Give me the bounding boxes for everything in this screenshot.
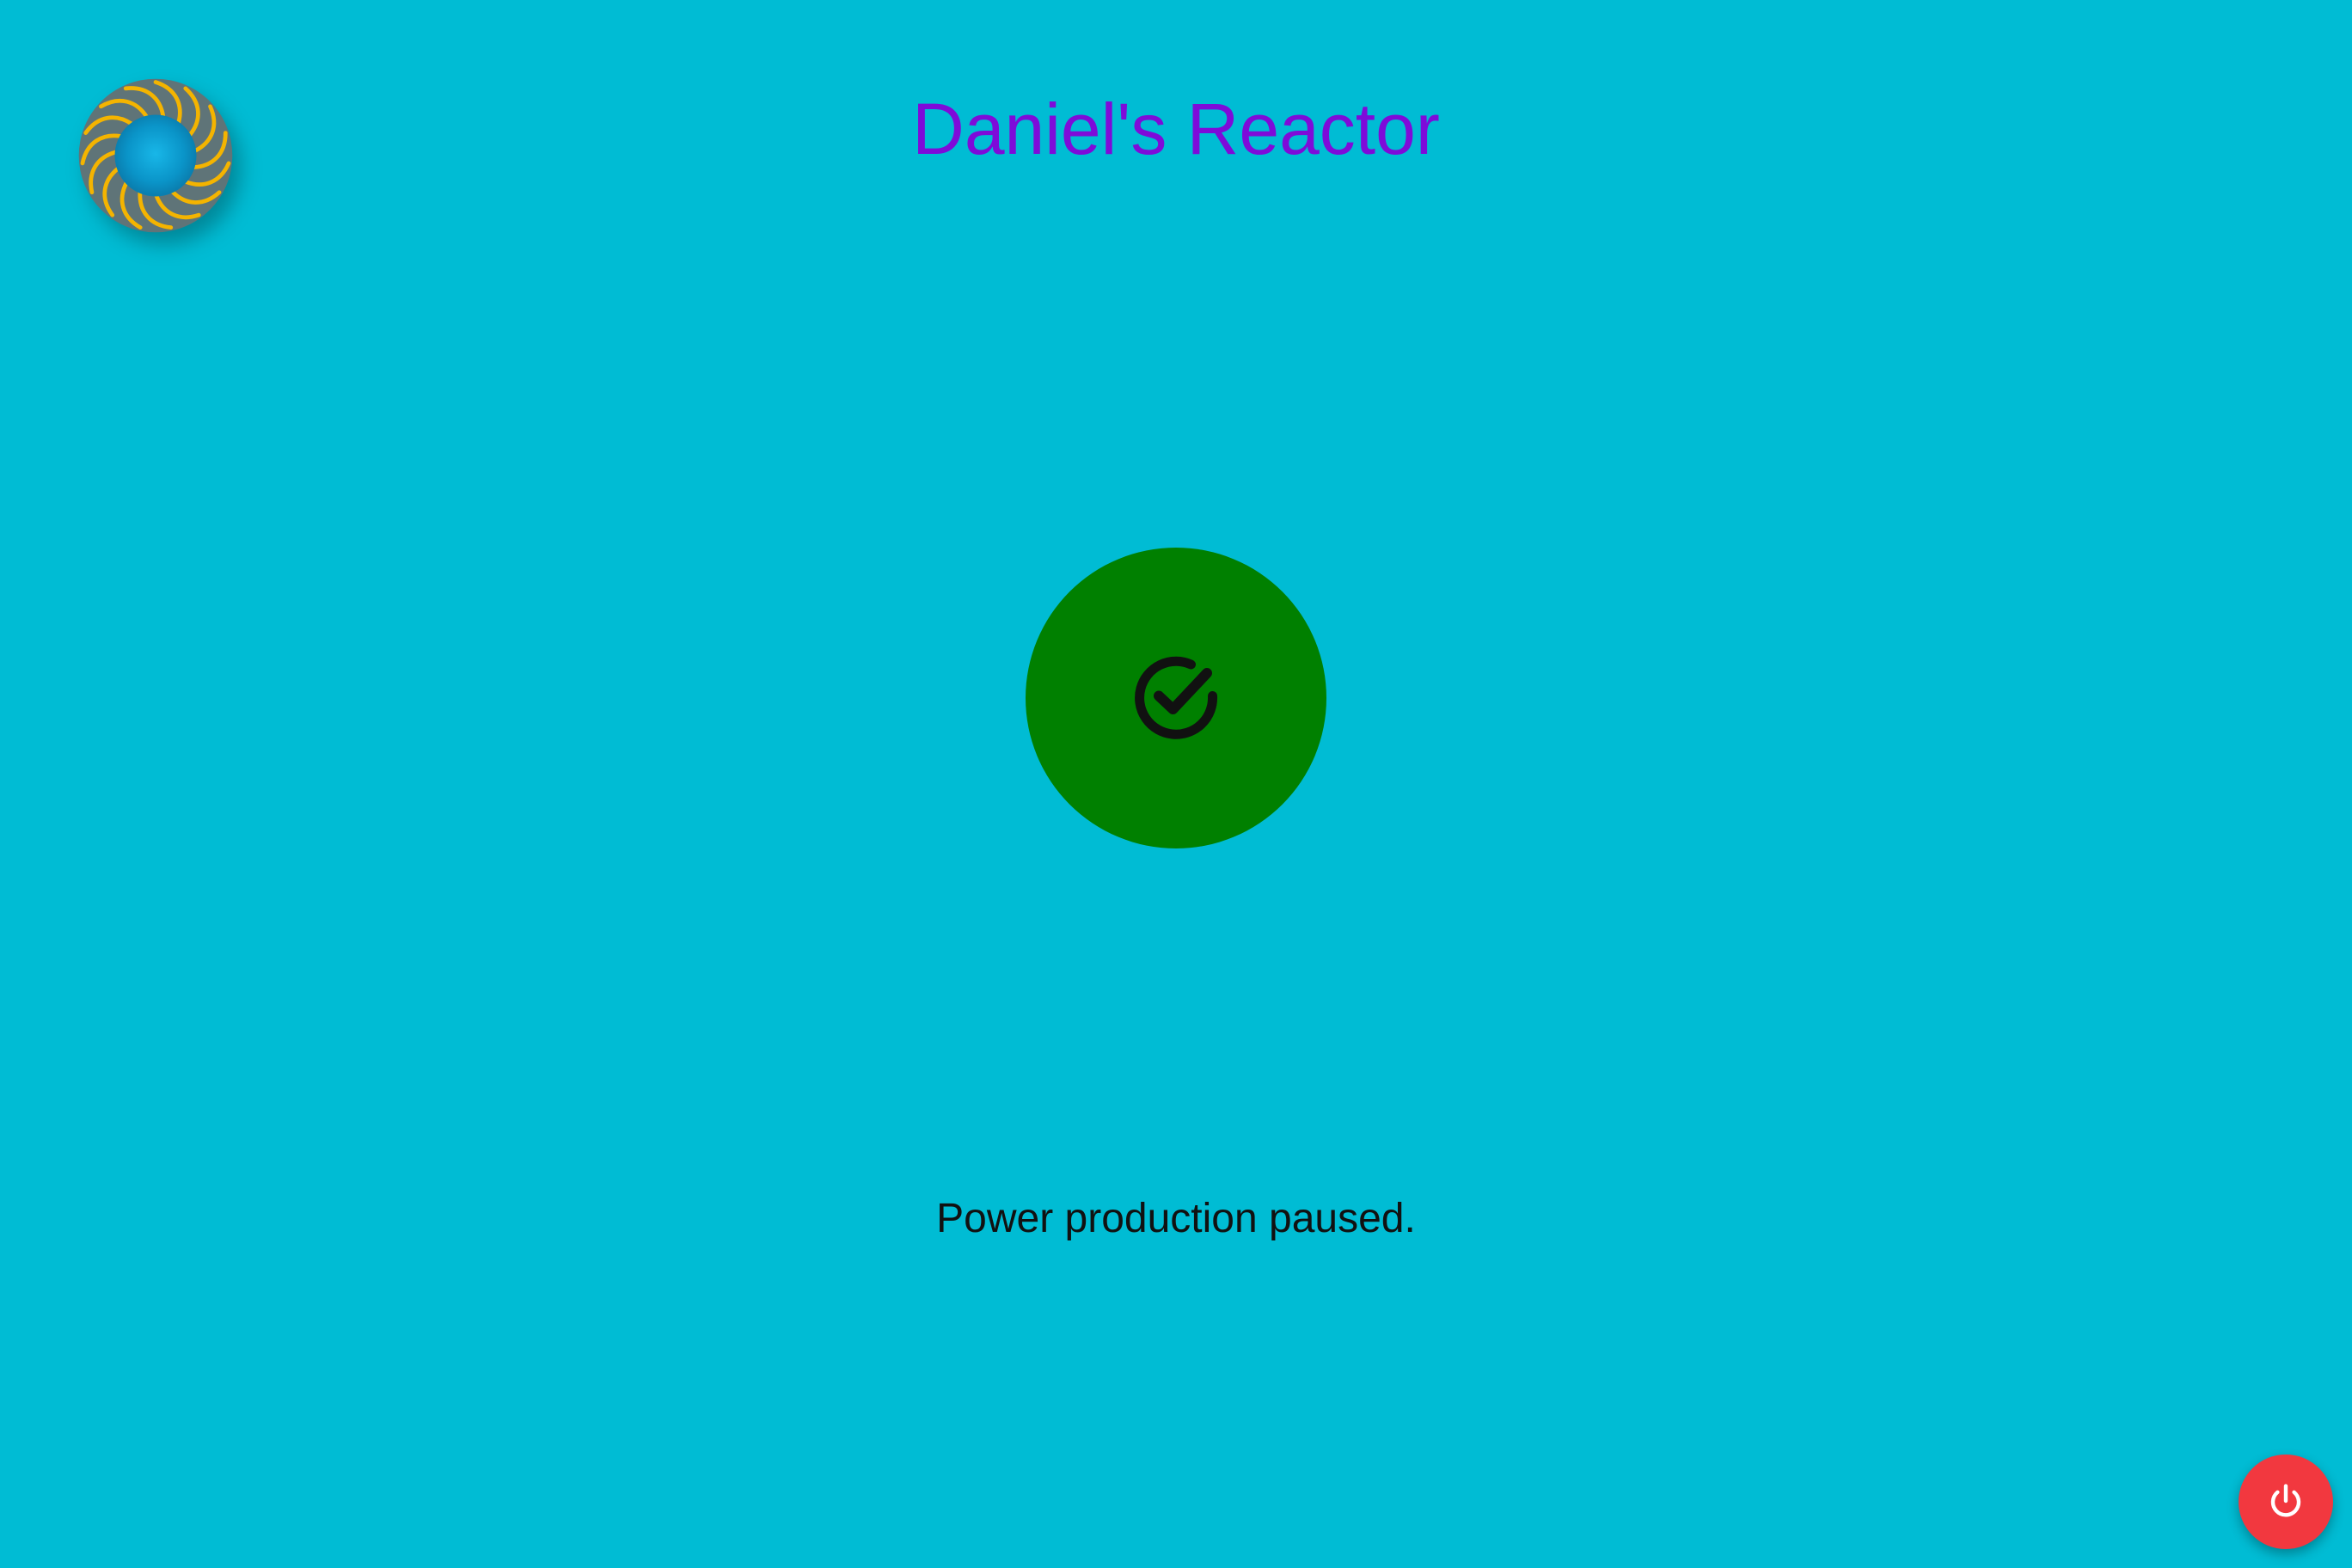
page-title: Daniel's Reactor: [912, 89, 1440, 169]
power-icon: [2270, 1484, 2301, 1517]
status-indicator: [1026, 548, 1326, 848]
check-circle-icon: [1135, 656, 1218, 739]
status-message: Power production paused.: [936, 1196, 1416, 1241]
power-button[interactable]: [2239, 1455, 2333, 1549]
reactor-screen: Daniel's Reactor Power production paused…: [0, 0, 2352, 1568]
